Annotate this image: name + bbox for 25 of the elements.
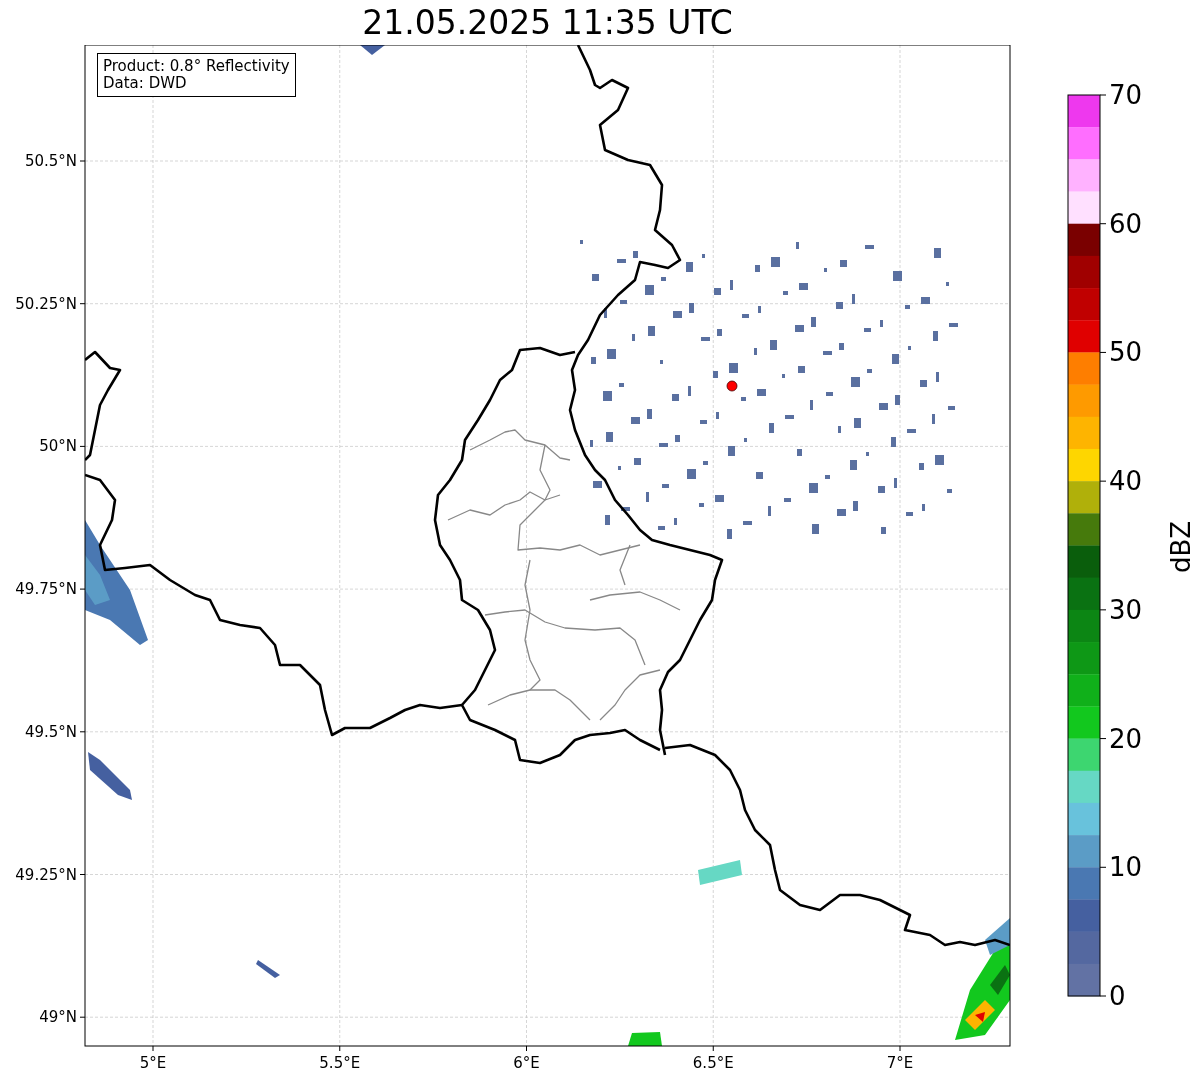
longitude-label: 5.5°E xyxy=(319,1054,361,1072)
latitude-label: 50.5°N xyxy=(24,152,77,170)
longitude-label: 5°E xyxy=(139,1054,167,1072)
colorbar-tick-label: 30 xyxy=(1109,594,1143,625)
colorbar-tick-label: 60 xyxy=(1109,208,1143,239)
colorbar-label: dBZ xyxy=(1166,520,1196,574)
latitude-label: 49.5°N xyxy=(24,722,77,741)
longitude-label: 6.5°E xyxy=(692,1054,734,1072)
colorbar-tick-label: 20 xyxy=(1109,723,1143,754)
longitude-label: 7°E xyxy=(886,1054,914,1072)
latitude-label: 49.75°N xyxy=(15,580,77,599)
colorbar-tick-label: 50 xyxy=(1109,337,1143,368)
latitude-label: 50°N xyxy=(39,437,77,456)
plot-title: 21.05.2025 11:35 UTC xyxy=(362,3,733,42)
radar-site-marker xyxy=(726,380,738,392)
colorbar-tick-label: 10 xyxy=(1109,852,1143,883)
legend-text: Product: 0.8° Reflectivity xyxy=(103,58,290,75)
longitude-label: 6°E xyxy=(513,1054,540,1072)
latitude-label: 49.25°N xyxy=(15,865,77,884)
colorbar-tick-label: 0 xyxy=(1109,981,1126,1011)
colorbar-tick-label: 70 xyxy=(1109,80,1143,110)
legend-text: Data: DWD xyxy=(103,75,188,92)
latitude-label: 49°N xyxy=(39,1008,77,1027)
latitude-label: 50.25°N xyxy=(15,294,77,313)
colorbar-tick-label: 40 xyxy=(1109,466,1143,497)
